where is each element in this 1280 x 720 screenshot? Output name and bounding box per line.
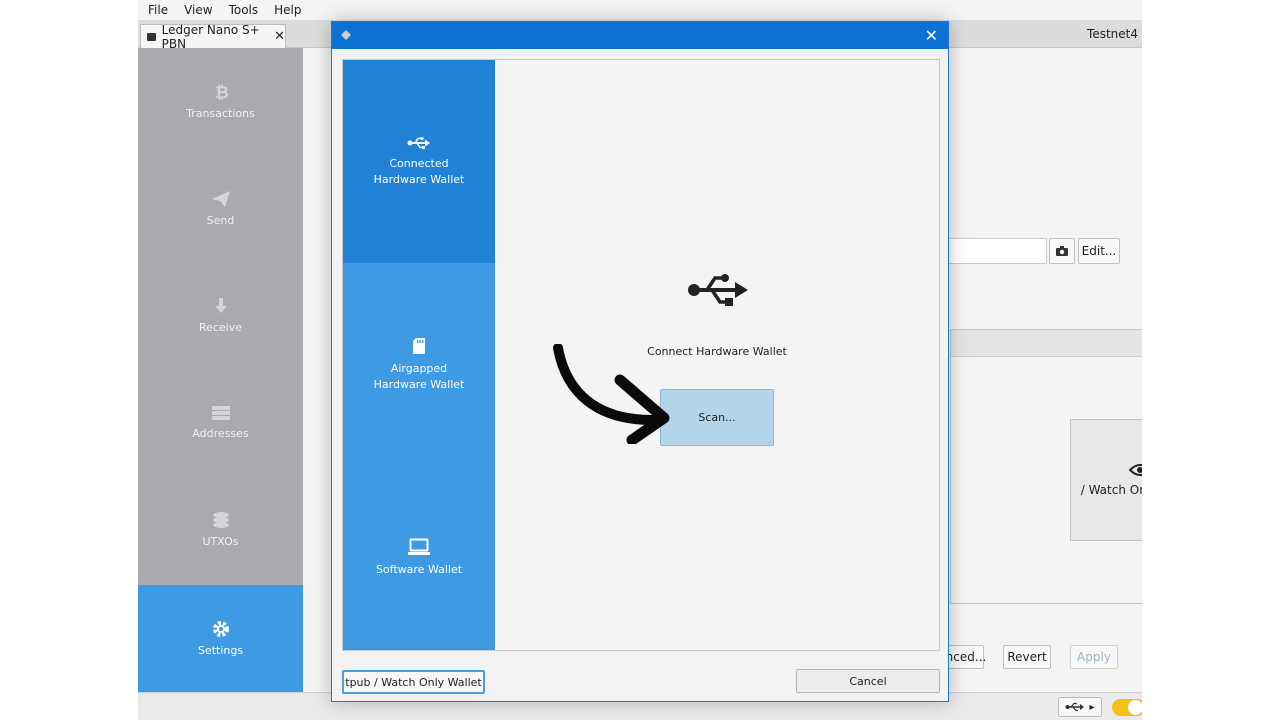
- sidebar-item-label: Transactions: [186, 107, 255, 120]
- dialog-close-icon[interactable]: ✕: [925, 26, 938, 45]
- camera-button[interactable]: [1049, 238, 1075, 264]
- sidebar-item-send[interactable]: Send: [138, 155, 303, 262]
- svg-text:₿: ₿: [215, 83, 228, 101]
- sidebar-item-receive[interactable]: Receive: [138, 262, 303, 369]
- network-label: Testnet4: [1087, 27, 1138, 41]
- usb-icon: [1065, 702, 1085, 712]
- keystore-panel-header: [951, 330, 1142, 357]
- tab-label: Ledger Nano S+ PBN: [161, 22, 260, 51]
- sidebar-item-settings[interactable]: Settings: [138, 585, 303, 692]
- watch-only-card[interactable]: / Watch Only Wallet: [1070, 419, 1142, 541]
- tab-wallet[interactable]: Ledger Nano S+ PBN ✕: [140, 22, 286, 51]
- sidebar-item-label: UTXOs: [202, 535, 239, 548]
- sidebar-item-label: Receive: [198, 321, 243, 334]
- dialog-tab-label: Software Wallet: [375, 563, 463, 576]
- menu-bar: File View Tools Help: [138, 0, 1142, 20]
- receive-icon: [214, 298, 227, 313]
- sd-card-icon: [413, 337, 425, 354]
- camera-icon: [1056, 246, 1068, 256]
- advanced-button[interactable]: nced...: [946, 645, 986, 669]
- laptop-icon: [408, 538, 430, 555]
- sidebar: ₿ Transactions Send Receive Addresses UT…: [138, 48, 303, 692]
- bitcoin-icon: ₿: [215, 83, 228, 101]
- sidebar-item-label: Settings: [197, 644, 244, 657]
- dialog-sidebar: Connected Hardware Wallet Airgapped Hard…: [343, 60, 495, 650]
- eye-icon: [1128, 464, 1142, 476]
- dialog-tab-label: Connected Hardware Wallet: [373, 156, 465, 186]
- menu-help[interactable]: Help: [274, 3, 301, 17]
- dialog-tab-software-wallet[interactable]: Software Wallet: [343, 466, 495, 650]
- tab-close-icon[interactable]: ✕: [274, 29, 285, 44]
- wallet-icon: [147, 32, 156, 41]
- dialog-tab-label: Airgapped Hardware Wallet: [373, 361, 465, 391]
- usb-status-button[interactable]: ▸: [1058, 697, 1102, 717]
- watch-only-label: / Watch Only Wallet: [1080, 483, 1142, 497]
- sidebar-item-transactions[interactable]: ₿ Transactions: [138, 48, 303, 155]
- gear-icon: [212, 621, 229, 637]
- app-icon: [341, 30, 351, 40]
- revert-button[interactable]: Revert: [1003, 645, 1051, 669]
- annotation-arrow-icon: [553, 344, 670, 444]
- addresses-icon: [211, 406, 230, 420]
- coins-icon: [212, 512, 229, 528]
- dialog-tab-connected-hardware[interactable]: Connected Hardware Wallet: [343, 60, 495, 263]
- play-icon: ▸: [1089, 701, 1095, 713]
- dialog-tab-airgapped-hardware[interactable]: Airgapped Hardware Wallet: [343, 263, 495, 466]
- sidebar-item-addresses[interactable]: Addresses: [138, 369, 303, 476]
- menu-tools[interactable]: Tools: [229, 3, 259, 17]
- cancel-button[interactable]: Cancel: [796, 669, 940, 693]
- usb-icon: [407, 136, 430, 149]
- sidebar-item-label: Addresses: [192, 427, 249, 440]
- usb-icon: [688, 274, 748, 306]
- scan-button[interactable]: Scan...: [660, 389, 774, 446]
- sidebar-item-label: Send: [206, 214, 235, 227]
- online-toggle[interactable]: [1112, 699, 1142, 716]
- apply-button[interactable]: Apply: [1070, 645, 1118, 669]
- sidebar-item-utxos[interactable]: UTXOs: [138, 476, 303, 583]
- menu-file[interactable]: File: [148, 3, 168, 17]
- xpub-watch-only-button[interactable]: tpub / Watch Only Wallet: [342, 670, 485, 694]
- menu-view[interactable]: View: [184, 3, 212, 17]
- send-icon: [211, 191, 230, 207]
- descriptor-input[interactable]: [947, 238, 1047, 264]
- edit-button[interactable]: Edit...: [1078, 238, 1120, 264]
- dialog-title-bar: ✕: [332, 22, 948, 49]
